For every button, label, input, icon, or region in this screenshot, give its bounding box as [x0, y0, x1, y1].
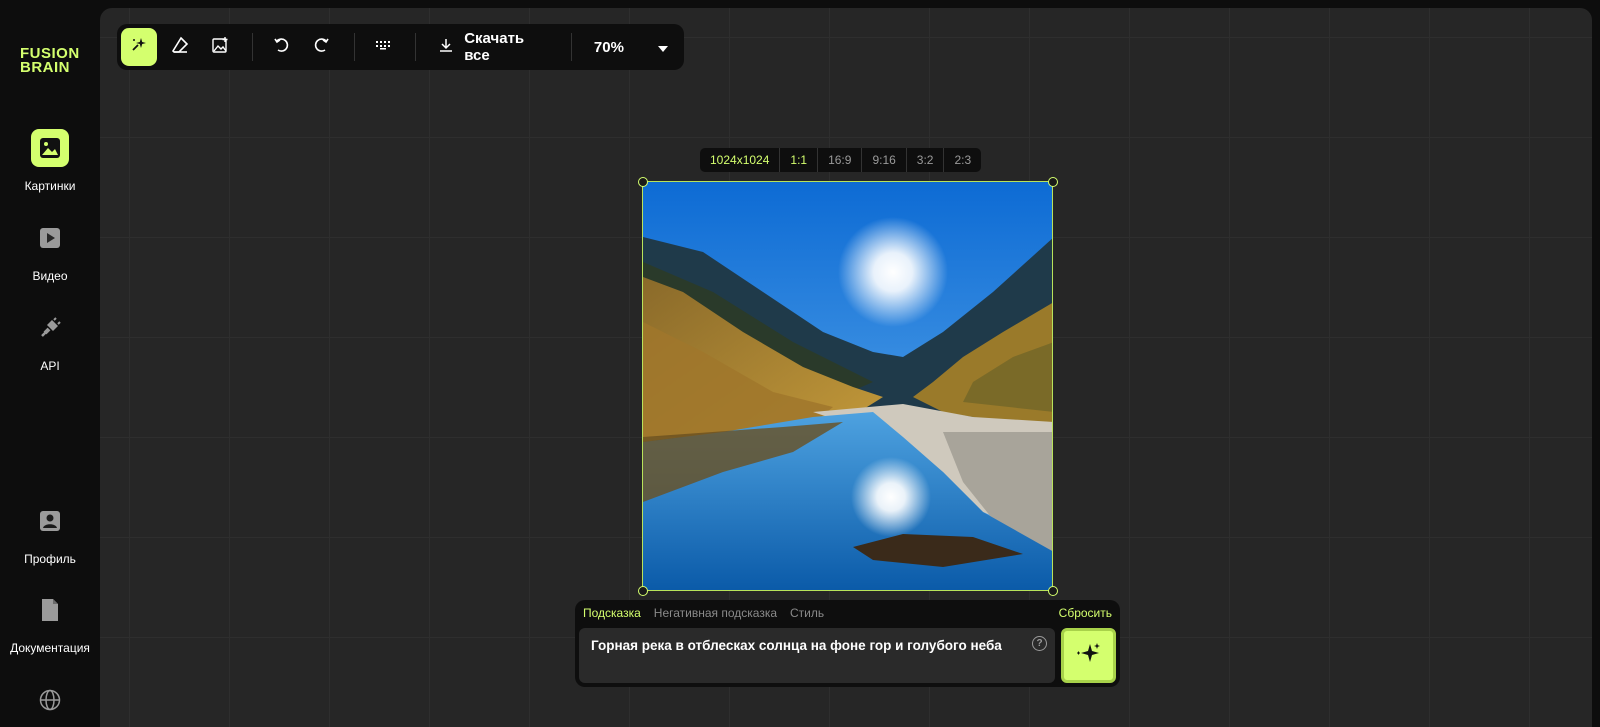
eraser-icon [171, 36, 189, 59]
profile-icon [31, 502, 69, 540]
sidebar-item-images[interactable]: Картинки [0, 129, 100, 193]
sidebar-item-docs[interactable]: Документация [0, 591, 100, 655]
magic-generate-icon [130, 36, 148, 59]
ratio-option-2-3[interactable]: 2:3 [943, 148, 981, 172]
ratio-option-16-9[interactable]: 16:9 [817, 148, 861, 172]
zoom-dropdown[interactable]: 70% [582, 39, 680, 56]
video-icon [31, 219, 69, 257]
sidebar-item-video[interactable]: Видео [0, 219, 100, 283]
prompt-panel: Подсказка Негативная подсказка Стиль Сбр… [575, 600, 1120, 687]
redo-button[interactable] [304, 28, 340, 66]
resize-handle-top-right[interactable] [1048, 177, 1058, 187]
undo-button[interactable] [263, 28, 299, 66]
resize-handle-bottom-right[interactable] [1048, 586, 1058, 596]
sidebar-item-label: Документация [10, 641, 90, 655]
add-image-button[interactable] [202, 28, 238, 66]
sidebar-item-profile[interactable]: Профиль [0, 502, 100, 566]
keyboard-button[interactable] [365, 28, 401, 66]
sidebar-item-label: Картинки [24, 179, 76, 193]
redo-icon [313, 36, 331, 59]
toolbar-divider [252, 33, 254, 61]
download-all-label: Скачать все [464, 30, 525, 64]
toolbar-divider [353, 33, 355, 61]
document-icon [31, 591, 69, 629]
download-icon [438, 37, 464, 57]
sidebar-item-label: Видео [32, 269, 68, 283]
sparkle-icon [1076, 641, 1102, 670]
reset-button[interactable]: Сбросить [1059, 606, 1112, 620]
tab-negative-prompt[interactable]: Негативная подсказка [654, 606, 777, 620]
aspect-ratio-selector: 1024x1024 1:1 16:9 9:16 3:2 2:3 [700, 148, 982, 172]
generate-button[interactable] [1061, 628, 1116, 683]
chevron-down-icon [657, 39, 668, 56]
prompt-text: Горная река в отблесках солнца на фоне г… [591, 638, 1002, 653]
ratio-option-1-1[interactable]: 1:1 [779, 148, 817, 172]
eraser-button[interactable] [161, 28, 197, 66]
toolbar-divider [415, 33, 417, 61]
tab-prompt[interactable]: Подсказка [583, 606, 641, 620]
tab-style[interactable]: Стиль [790, 606, 824, 620]
generated-image[interactable] [642, 181, 1053, 591]
download-all-button[interactable]: Скачать все [426, 30, 561, 64]
magic-generate-button[interactable] [121, 28, 158, 66]
globe-icon[interactable] [39, 689, 61, 716]
resize-handle-top-left[interactable] [638, 177, 648, 187]
sidebar: FUSION BRAIN Картинки Видео API Профиль … [0, 0, 100, 727]
image-icon [31, 129, 69, 167]
add-image-icon [211, 36, 229, 59]
sidebar-item-api[interactable]: API [0, 309, 100, 373]
landscape-image [643, 182, 1052, 590]
logo[interactable]: FUSION BRAIN [20, 46, 80, 76]
sidebar-item-label: Профиль [24, 552, 76, 566]
toolbar-divider [570, 33, 572, 61]
plug-icon [31, 309, 69, 347]
prompt-tabs: Подсказка Негативная подсказка Стиль [583, 606, 837, 620]
sidebar-item-label: API [40, 359, 60, 373]
help-icon[interactable]: ? [1032, 636, 1047, 651]
ratio-option-3-2[interactable]: 3:2 [905, 148, 944, 172]
prompt-input[interactable]: Горная река в отблесках солнца на фоне г… [579, 628, 1055, 683]
toolbar: Скачать все 70% [117, 24, 684, 70]
zoom-value: 70% [593, 38, 624, 56]
logo-line-2: BRAIN [20, 59, 70, 76]
resolution-label: 1024x1024 [710, 153, 770, 167]
ratio-option-9-16[interactable]: 9:16 [861, 148, 905, 172]
resize-handle-bottom-left[interactable] [638, 586, 648, 596]
keyboard-icon [374, 36, 392, 59]
undo-icon [272, 36, 290, 59]
